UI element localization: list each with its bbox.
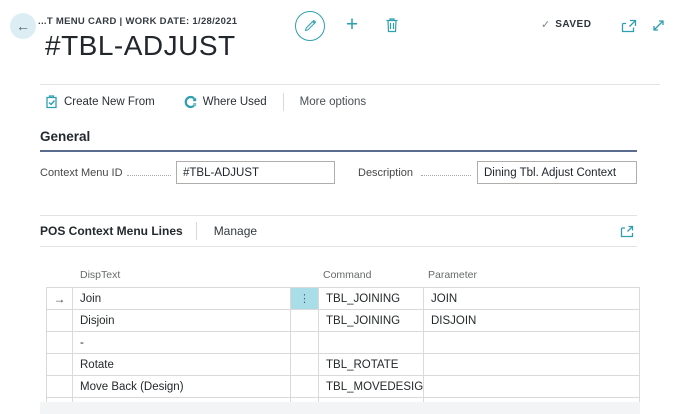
where-used-icon [183,95,197,109]
add-button[interactable]: + [341,14,363,38]
row-menu-dots-icon[interactable]: ⋮ [291,288,319,309]
cell-command[interactable] [319,332,424,353]
cell-parameter[interactable] [424,332,639,353]
table-row[interactable]: Disjoin TBL_JOININGDISJOIN [47,310,639,332]
page-title: #TBL-ADJUST [45,30,236,62]
cell-menu [291,332,319,353]
pencil-icon [303,19,317,33]
back-arrow-icon: ← [16,19,30,33]
table-row[interactable]: - [47,332,639,354]
action-bar-divider [283,93,284,111]
row-gutter [47,332,73,353]
back-button[interactable]: ← [10,13,36,39]
column-header-parameter[interactable]: Parameter [428,269,477,281]
dotted-leader [421,175,471,176]
plus-icon: + [346,13,358,36]
cell-menu [291,310,319,331]
row-gutter [47,310,73,331]
action-bar: Create New From Where Used More options [40,84,660,111]
edit-button[interactable] [295,11,325,41]
clipboard-check-icon [45,95,58,109]
check-icon: ✓ [541,18,550,31]
column-header-command[interactable]: Command [323,269,371,281]
cell-command[interactable]: TBL_MOVEDESIGN [319,376,424,397]
where-used-button[interactable]: Where Used [183,95,267,110]
pos-context-menu-lines-header: POS Context Menu Lines Manage [40,215,637,247]
table-footer-strip [40,402,640,414]
pos-context-menu-lines-title[interactable]: POS Context Menu Lines [40,224,183,238]
where-used-label: Where Used [203,95,267,110]
cell-parameter[interactable] [424,376,639,397]
open-in-new-window-button[interactable] [621,19,637,33]
general-section-title[interactable]: General [40,129,90,144]
active-row-marker: → [47,288,73,309]
table-row[interactable]: →Join⋮TBL_JOININGJOIN [47,288,639,310]
create-new-from-label: Create New From [64,95,155,110]
row-gutter [47,376,73,397]
cell-parameter[interactable] [424,354,639,375]
save-status: ✓ SAVED [541,18,591,31]
cell-parameter[interactable]: JOIN [424,288,639,309]
saved-label: SAVED [555,19,591,30]
cell-disptext[interactable]: Join [73,288,291,309]
trash-icon [385,17,399,33]
create-new-from-button[interactable]: Create New From [45,95,155,110]
cell-parameter[interactable]: DISJOIN [424,310,639,331]
cell-disptext[interactable]: Rotate [73,354,291,375]
row-gutter [47,354,73,375]
general-section-underline [40,150,637,152]
dotted-leader [127,175,171,176]
context-menu-id-input[interactable] [176,161,335,184]
context-menu-id-label: Context Menu ID [40,167,123,179]
breadcrumb-caption: ...T MENU CARD | WORK DATE: 1/28/2021 [38,16,237,27]
table-row[interactable]: Rotate TBL_ROTATE [47,354,639,376]
popout-icon [621,19,637,33]
popout-icon [620,225,634,238]
cell-menu [291,376,319,397]
lines-header-divider [196,222,197,240]
context-menu-card-page: ← ...T MENU CARD | WORK DATE: 1/28/2021 … [0,0,700,414]
table-row[interactable]: Move Back (Design) TBL_MOVEDESIGN [47,376,639,398]
cell-disptext[interactable]: Move Back (Design) [73,376,291,397]
description-input[interactable] [477,161,637,184]
column-header-disptext[interactable]: DispText [80,269,120,281]
cell-command[interactable]: TBL_JOINING [319,288,424,309]
cell-command[interactable]: TBL_ROTATE [319,354,424,375]
manage-menu-button[interactable]: Manage [214,224,257,238]
expand-button[interactable] [651,18,666,33]
more-options-button[interactable]: More options [300,96,366,108]
delete-button[interactable] [385,17,399,33]
cell-disptext[interactable]: Disjoin [73,310,291,331]
description-label: Description [358,167,413,179]
lines-popout-button[interactable] [620,225,634,238]
cell-command[interactable]: TBL_JOINING [319,310,424,331]
expand-arrows-icon [651,18,666,33]
table-body: →Join⋮TBL_JOININGJOINDisjoinTBL_JOININGD… [46,287,640,414]
cell-disptext[interactable]: - [73,332,291,353]
cell-menu [291,354,319,375]
